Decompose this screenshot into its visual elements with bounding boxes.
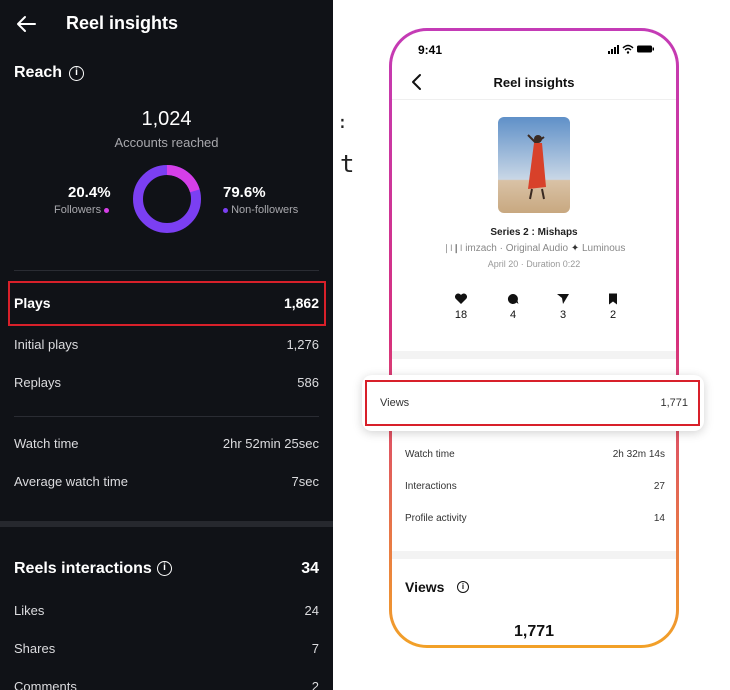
row-label: Watch time bbox=[14, 436, 79, 451]
section-divider bbox=[0, 521, 333, 527]
phone-screen: 9:41 Reel insights Series 2: Mishaps ❘ǀ… bbox=[392, 31, 676, 645]
section-band bbox=[392, 351, 676, 359]
divider bbox=[14, 270, 319, 271]
reel-thumbnail[interactable] bbox=[498, 117, 570, 213]
row-value: 2hr 52min 25sec bbox=[222, 436, 319, 451]
audio-line: ❘ǀ❙ǀ imzach · Original Audio ✦ Luminous bbox=[392, 243, 676, 254]
initial-plays-row: Initial plays 1,276 bbox=[14, 337, 319, 357]
accounts-reached-label: Accounts reached bbox=[114, 135, 219, 150]
info-icon[interactable]: i bbox=[457, 581, 469, 593]
row-label: Watch time bbox=[405, 449, 455, 460]
stray-colon: : bbox=[337, 112, 348, 133]
row-label: Comments bbox=[14, 679, 77, 690]
plays-highlight-box bbox=[8, 281, 326, 326]
accounts-reached-value: 1,024 bbox=[141, 108, 192, 130]
row-label: Likes bbox=[14, 603, 45, 618]
shares-row: Shares 7 bbox=[14, 641, 319, 661]
reel-date-duration: April 20 · Duration 0:22 bbox=[487, 259, 581, 269]
audio-text: · Original Audio bbox=[499, 243, 569, 254]
wifi-icon bbox=[622, 44, 634, 54]
row-value: 7 bbox=[311, 641, 319, 656]
reel-series-title: Series 2 : Mishaps bbox=[490, 227, 578, 238]
page-title: Reel insights bbox=[66, 13, 179, 33]
nonfollowers-dot-icon bbox=[223, 207, 228, 213]
back-arrow-icon[interactable] bbox=[14, 12, 38, 36]
views-section-title: Views bbox=[405, 579, 445, 595]
audio-filter[interactable]: Luminous bbox=[582, 243, 625, 254]
row-label: Initial plays bbox=[14, 337, 79, 352]
row-value: 14 bbox=[653, 513, 665, 524]
sparkle-icon: ✦ bbox=[570, 243, 580, 254]
interactions-row: Interactions 27 bbox=[405, 481, 665, 495]
divider bbox=[14, 416, 319, 417]
stat-value: 3 bbox=[559, 309, 567, 321]
screenshot-root: Reel insights Reach i 1,024 Accounts rea… bbox=[0, 0, 730, 690]
info-icon[interactable]: i bbox=[157, 561, 172, 576]
watch-time-row: Watch time 2hr 52min 25sec bbox=[14, 436, 319, 456]
phone-page-title: Reel insights bbox=[493, 75, 575, 90]
stat-value: 4 bbox=[509, 309, 517, 321]
reels-interactions-title: Reels interactions bbox=[14, 560, 152, 577]
shares-stat: 3 bbox=[543, 293, 583, 321]
reach-title: Reach bbox=[14, 64, 63, 81]
row-value: 2h 32m 14s bbox=[612, 449, 665, 460]
profile-activity-row: Profile activity 14 bbox=[405, 513, 665, 527]
replays-row: Replays 586 bbox=[14, 375, 319, 395]
row-value: 1,276 bbox=[286, 337, 319, 352]
reach-donut-chart bbox=[133, 165, 201, 233]
stray-t: t bbox=[340, 150, 355, 178]
followers-label: Followers bbox=[54, 204, 102, 216]
row-value: 24 bbox=[304, 603, 319, 618]
audio-user[interactable]: imzach bbox=[465, 243, 497, 254]
row-label: Interactions bbox=[405, 481, 457, 492]
followers-legend: Followers bbox=[54, 204, 110, 216]
row-label: Replays bbox=[14, 375, 61, 390]
row-value: 27 bbox=[653, 481, 665, 492]
status-icons bbox=[608, 44, 654, 54]
audio-wave-icon: ❘ǀ❙ǀ bbox=[442, 243, 463, 253]
nonfollowers-label: Non-followers bbox=[231, 204, 299, 216]
phone-mockup: 9:41 Reel insights Series 2: Mishaps ❘ǀ… bbox=[389, 28, 679, 648]
stat-value: 2 bbox=[609, 309, 617, 321]
comment-icon bbox=[507, 293, 519, 304]
followers-dot-icon bbox=[104, 207, 110, 213]
saves-stat: 2 bbox=[593, 293, 633, 321]
info-icon[interactable]: i bbox=[69, 66, 84, 81]
nonfollowers-legend: Non-followers bbox=[223, 204, 298, 216]
row-value: 2 bbox=[311, 679, 319, 690]
reels-interactions-total: 34 bbox=[301, 560, 319, 577]
row-label: Average watch time bbox=[14, 474, 128, 489]
stat-value: 18 bbox=[454, 309, 468, 321]
watch-time-row: Watch time 2h 32m 14s bbox=[405, 449, 665, 463]
row-label: Shares bbox=[14, 641, 56, 656]
header: Reel insights bbox=[0, 0, 333, 46]
send-icon bbox=[557, 294, 569, 304]
row-label: Profile activity bbox=[405, 513, 467, 524]
signal-icon bbox=[608, 45, 619, 54]
average-watch-time-row: Average watch time 7sec bbox=[14, 474, 319, 494]
status-time: 9:41 bbox=[418, 43, 443, 57]
row-value: 7sec bbox=[291, 474, 319, 489]
likes-row: Likes 24 bbox=[14, 603, 319, 623]
section-band bbox=[392, 551, 676, 559]
nonfollowers-percent: 79.6% bbox=[223, 184, 266, 201]
likes-stat: 18 bbox=[441, 293, 481, 321]
battery-icon bbox=[637, 45, 654, 53]
divider bbox=[392, 99, 676, 100]
heart-icon bbox=[454, 293, 468, 304]
comments-stat: 4 bbox=[493, 293, 533, 321]
row-value: 586 bbox=[297, 375, 319, 390]
bookmark-icon bbox=[609, 293, 617, 305]
followers-percent: 20.4% bbox=[68, 184, 111, 201]
views-highlight-box bbox=[365, 380, 700, 426]
reel-insights-dark-panel: Reel insights Reach i 1,024 Accounts rea… bbox=[0, 0, 333, 690]
views-big-value: 1,771 bbox=[513, 623, 555, 640]
comments-row: Comments 2 bbox=[14, 679, 319, 690]
